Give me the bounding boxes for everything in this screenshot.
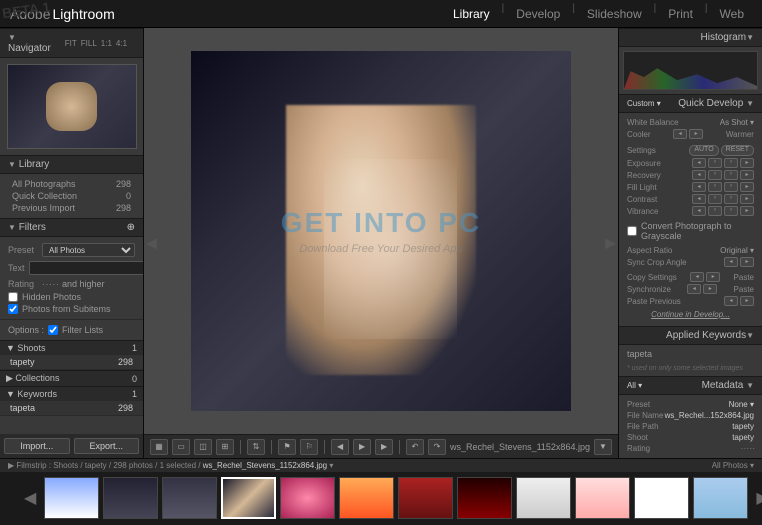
toolbar-menu-icon[interactable]: ▼	[594, 439, 612, 455]
filmstrip-thumb-selected[interactable]	[221, 477, 276, 519]
keyword-note: * used on only some selected images	[627, 365, 754, 372]
meta-preset[interactable]: None ▾	[729, 400, 754, 409]
library-previous-import[interactable]: Previous Import298	[8, 202, 135, 214]
filmstrip-header: ▶ Filmstrip : Shoots / tapety / 298 phot…	[0, 458, 762, 472]
toolbar-filename: ws_Rechel_Stevens_1152x864.jpg	[450, 442, 590, 452]
prev-photo-icon[interactable]: ◀	[331, 439, 349, 455]
histogram-display[interactable]	[623, 51, 758, 90]
filmstrip-thumb[interactable]	[693, 477, 748, 519]
module-picker: Library| Develop| Slideshow| Print| Web	[445, 3, 752, 25]
aspect-dropdown[interactable]: Original ▾	[720, 246, 754, 255]
center-panel: ◀ ▶ GET INTO PC Download Free Your Desir…	[144, 28, 618, 458]
filmstrip: ◀ ▶	[0, 472, 762, 524]
metadata-header[interactable]: All ▾ Metadata ▼	[619, 376, 762, 395]
filter-text-label: Text	[8, 263, 25, 273]
nav-fill[interactable]: FILL	[81, 39, 97, 48]
navigator-header[interactable]: ▼ Navigator FIT FILL 1:1 4:1	[0, 28, 143, 58]
histogram-header[interactable]: Histogram ▼	[619, 28, 762, 47]
meta-filepath: tapety	[732, 422, 754, 431]
logo-product: Lightroom	[52, 6, 114, 22]
right-panel-toggle-icon[interactable]: ▶	[605, 235, 616, 252]
filters-toggle-icon[interactable]: ⊕	[127, 222, 135, 233]
module-develop[interactable]: Develop	[508, 3, 568, 25]
filter-lists-check[interactable]	[48, 325, 58, 335]
flag-reject-icon[interactable]: ⚐	[300, 439, 318, 455]
filter-preset-select[interactable]: All Photos	[42, 243, 135, 257]
filmstrip-filter[interactable]: All Photos ▾	[712, 461, 754, 470]
play-icon[interactable]: ▶	[353, 439, 371, 455]
top-bar: Adobe Lightroom Library| Develop| Slides…	[0, 0, 762, 28]
left-panel: ▼ Navigator FIT FILL 1:1 4:1 ▼ Library A…	[0, 28, 144, 458]
exposure-down[interactable]: ◂	[692, 158, 706, 168]
wb-warmer-btn[interactable]: ▸	[689, 129, 703, 139]
shoots-header[interactable]: ▼ Shoots1	[0, 340, 143, 355]
options-label: Options :	[8, 325, 44, 335]
exposure-up[interactable]: ▸	[740, 158, 754, 168]
module-print[interactable]: Print	[660, 3, 701, 25]
meta-filename: ws_Rechel...152x864.jpg	[665, 411, 754, 420]
applied-keyword-value[interactable]: tapeta	[627, 349, 754, 359]
meta-rating[interactable]: · · · · ·	[741, 444, 754, 453]
rotate-left-icon[interactable]: ↶	[406, 439, 424, 455]
navigator-thumbnail[interactable]	[7, 64, 137, 149]
rating-suffix: and higher	[62, 279, 105, 289]
module-slideshow[interactable]: Slideshow	[579, 3, 650, 25]
shoot-item-tapety[interactable]: tapety298	[0, 355, 143, 370]
export-button[interactable]: Export...	[74, 438, 140, 454]
filmstrip-thumb[interactable]	[162, 477, 217, 519]
filter-preset-label: Preset	[8, 245, 38, 255]
filmstrip-left-icon[interactable]: ◀	[20, 488, 40, 508]
module-library[interactable]: Library	[445, 3, 498, 25]
rating-stars[interactable]: · · · · ·	[42, 279, 58, 289]
wb-dropdown[interactable]: As Shot ▾	[720, 118, 754, 127]
auto-button[interactable]: AUTO	[689, 145, 718, 156]
reset-button[interactable]: RESET	[721, 145, 754, 156]
module-web[interactable]: Web	[712, 3, 752, 25]
filmstrip-thumb[interactable]	[516, 477, 571, 519]
keywords-header[interactable]: ▼ Keywords1	[0, 386, 143, 401]
filmstrip-thumb[interactable]	[44, 477, 99, 519]
sort-icon[interactable]: ⇅	[247, 439, 265, 455]
compare-view-icon[interactable]: ◫	[194, 439, 212, 455]
filter-text-input[interactable]	[29, 261, 145, 275]
nav-4-1[interactable]: 4:1	[116, 39, 127, 48]
meta-shoot: tapety	[732, 433, 754, 442]
filmstrip-thumb[interactable]	[634, 477, 689, 519]
wb-cooler-btn[interactable]: ◂	[673, 129, 687, 139]
nav-1-1[interactable]: 1:1	[101, 39, 112, 48]
survey-view-icon[interactable]: ⊞	[216, 439, 234, 455]
continue-develop-link[interactable]: Continue in Develop...	[627, 307, 754, 322]
next-photo-icon[interactable]: ▶	[375, 439, 393, 455]
image-viewer[interactable]: GET INTO PC Download Free Your Desired A…	[144, 28, 618, 434]
left-panel-toggle-icon[interactable]: ◀	[146, 235, 157, 252]
applied-keywords-header[interactable]: Applied Keywords ▼	[619, 326, 762, 345]
library-all-photos[interactable]: All Photographs298	[8, 178, 135, 190]
right-panel: Histogram ▼ Custom ▾ Quick Develop ▼ Whi…	[618, 28, 762, 458]
library-header[interactable]: ▼ Library	[0, 155, 143, 174]
filmstrip-thumb[interactable]	[103, 477, 158, 519]
grid-view-icon[interactable]: ▦	[150, 439, 168, 455]
grayscale-check[interactable]	[627, 226, 637, 236]
filmstrip-thumb[interactable]	[280, 477, 335, 519]
main-image	[191, 51, 571, 411]
library-quick-collection[interactable]: Quick Collection0	[8, 190, 135, 202]
filmstrip-right-icon[interactable]: ▶	[752, 488, 762, 508]
import-button[interactable]: Import...	[4, 438, 70, 454]
filmstrip-thumb[interactable]	[575, 477, 630, 519]
filters-header[interactable]: ▼ Filters ⊕	[0, 218, 143, 237]
keyword-item-tapeta[interactable]: tapeta298	[0, 401, 143, 416]
filter-rating-label: Rating	[8, 279, 38, 289]
filmstrip-thumb[interactable]	[339, 477, 394, 519]
flag-pick-icon[interactable]: ⚑	[278, 439, 296, 455]
nav-fit[interactable]: FIT	[65, 39, 77, 48]
loupe-toolbar: ▦ ▭ ◫ ⊞ ⇅ ⚑ ⚐ ◀ ▶ ▶ ↶ ↷ ws_Rechel_Steven…	[144, 434, 618, 458]
rotate-right-icon[interactable]: ↷	[428, 439, 446, 455]
collections-header[interactable]: ▶ Collections0	[0, 370, 143, 386]
hidden-photos-check[interactable]	[8, 292, 18, 302]
loupe-view-icon[interactable]: ▭	[172, 439, 190, 455]
filmstrip-thumb[interactable]	[398, 477, 453, 519]
subitems-check[interactable]	[8, 304, 18, 314]
quickdev-header[interactable]: Custom ▾ Quick Develop ▼	[619, 94, 762, 113]
filmstrip-thumb[interactable]	[457, 477, 512, 519]
